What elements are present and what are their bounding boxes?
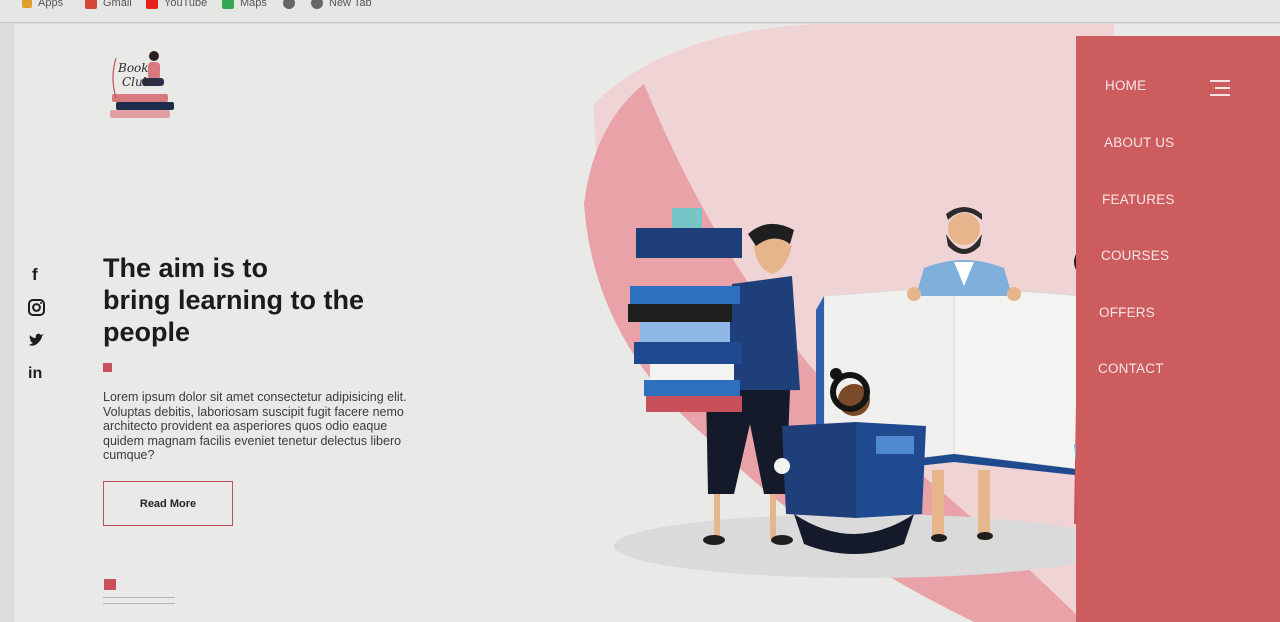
nav-item-contact[interactable]: CONTACT (1098, 361, 1164, 376)
bookmark-label: Gmail (103, 0, 132, 9)
nav-item-courses[interactable]: COURSES (1101, 248, 1169, 263)
bookmark-label: Maps (240, 0, 267, 9)
accent-square (103, 363, 112, 372)
youtube-icon (146, 0, 158, 9)
hero-illustration (584, 24, 1114, 622)
nav-item-home[interactable]: HOME (1105, 78, 1146, 93)
slide-indicator-square[interactable] (104, 579, 116, 590)
nav-item-offers[interactable]: OFFERS (1099, 305, 1155, 320)
globe-icon (283, 0, 295, 9)
linkedin-icon[interactable]: in (28, 357, 48, 390)
instagram-icon[interactable] (28, 291, 48, 324)
bookmark-gmail[interactable]: Gmail (85, 0, 132, 9)
gmail-icon (85, 0, 97, 9)
headline-line-2: bring learning to the (103, 285, 364, 315)
nav-item-about-us[interactable]: ABOUT US (1104, 135, 1174, 150)
bookmark-new-tab[interactable]: New Tab (311, 0, 372, 9)
headline-line-3: people (103, 317, 191, 347)
bookmark-globe[interactable] (283, 0, 295, 9)
social-links: f in (28, 258, 48, 390)
logo-text-book: Book (117, 61, 149, 75)
read-more-button[interactable]: Read More (103, 481, 233, 526)
book-club-logo[interactable]: Book Club (106, 48, 178, 128)
bookmark-label: New Tab (329, 0, 372, 9)
bookmark-maps[interactable]: Maps (222, 0, 267, 9)
slide-indicator-lines (103, 597, 175, 609)
hero-body-text: Lorem ipsum dolor sit amet consectetur a… (103, 390, 407, 463)
side-navigation: HOME ABOUT US FEATURES COURSES OFFERS CO… (1076, 36, 1280, 622)
globe-icon (311, 0, 323, 9)
bookmark-apps[interactable]: Apps (22, 0, 63, 9)
bookmark-label: YouTube (164, 0, 208, 9)
apps-grid-icon (22, 0, 32, 8)
facebook-icon[interactable]: f (28, 258, 48, 291)
hamburger-menu-icon[interactable] (1210, 80, 1230, 98)
maps-icon (222, 0, 234, 9)
bookmark-label: Apps (38, 0, 64, 9)
bookmarks-bar: Apps Gmail YouTube Maps New Tab (0, 0, 1280, 23)
headline-line-1: The aim is to (103, 253, 269, 283)
nav-item-features[interactable]: FEATURES (1102, 192, 1175, 207)
hero-headline: The aim is to bring learning to the peop… (103, 252, 443, 348)
twitter-icon[interactable] (28, 324, 48, 357)
bookmark-youtube[interactable]: YouTube (146, 0, 207, 9)
logo-text-club: Club (122, 75, 150, 89)
